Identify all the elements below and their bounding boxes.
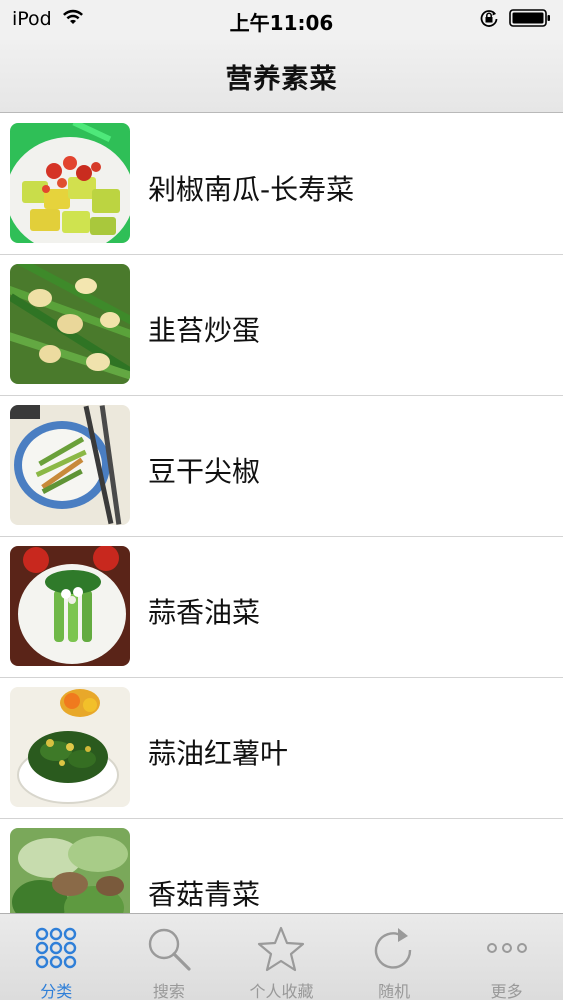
recipe-name: 香菇青菜: [148, 878, 261, 911]
tab-label: 更多: [490, 982, 523, 1000]
list-item[interactable]: 香菇青菜: [0, 819, 563, 914]
tab-label: 个人收藏: [249, 982, 314, 1000]
list-item[interactable]: 蒜油红薯叶: [0, 678, 563, 819]
recipe-list[interactable]: 剁椒南瓜-长寿菜 韭苔炒蛋 豆干尖椒 蒜香油菜 蒜油红薯叶 香菇青菜: [0, 114, 563, 914]
star-icon: [257, 926, 305, 976]
tab-label: 搜索: [152, 982, 185, 1000]
list-item[interactable]: 蒜香油菜: [0, 537, 563, 678]
rotation-lock-icon: [479, 8, 499, 33]
more-icon: [484, 926, 530, 976]
recipe-name: 蒜油红薯叶: [148, 737, 289, 770]
battery-icon: [509, 9, 551, 32]
search-icon: [146, 926, 192, 976]
recipe-thumbnail: [10, 687, 130, 807]
tab-random[interactable]: 随机: [338, 914, 451, 1000]
recipe-thumbnail: [10, 123, 130, 243]
refresh-icon: [372, 926, 416, 976]
status-bar: iPod 上午11:06: [0, 0, 563, 40]
tab-label: 随机: [378, 982, 411, 1000]
tab-search[interactable]: 搜索: [113, 914, 226, 1000]
status-right: [479, 8, 551, 33]
recipe-thumbnail: [10, 828, 130, 914]
tab-bar: 分类 搜索 个人收藏 随机 更多: [0, 913, 563, 1000]
list-item[interactable]: 剁椒南瓜-长寿菜: [0, 114, 563, 255]
recipe-name: 蒜香油菜: [148, 596, 261, 629]
recipe-name: 韭苔炒蛋: [148, 314, 261, 347]
recipe-thumbnail: [10, 264, 130, 384]
page-title: 营养素菜: [225, 63, 338, 95]
navigation-bar: 营养素菜: [0, 40, 563, 113]
list-item[interactable]: 豆干尖椒: [0, 396, 563, 537]
recipe-name: 豆干尖椒: [148, 455, 261, 488]
recipe-name: 剁椒南瓜-长寿菜: [148, 173, 355, 206]
tab-favorites[interactable]: 个人收藏: [225, 914, 338, 1000]
grid-icon: [34, 926, 78, 974]
tab-more[interactable]: 更多: [450, 914, 563, 1000]
list-item[interactable]: 韭苔炒蛋: [0, 255, 563, 396]
recipe-thumbnail: [10, 405, 130, 525]
recipe-thumbnail: [10, 546, 130, 666]
tab-label: 分类: [40, 982, 73, 1000]
tab-category[interactable]: 分类: [0, 914, 113, 1000]
